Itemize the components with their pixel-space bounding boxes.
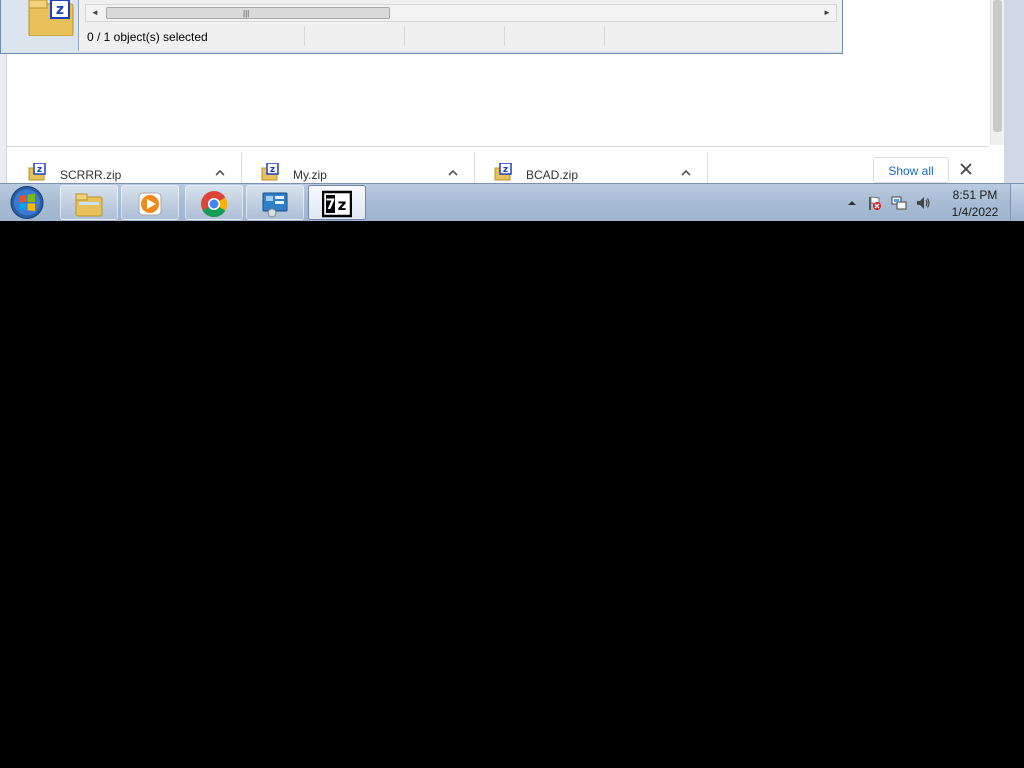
taskbar: 7 z 8:51 PM 1/4/2022 xyxy=(0,183,1024,221)
vertical-scrollbar[interactable] xyxy=(990,0,1005,145)
seven-zip-window: z ◄ ||| ► 0 / 1 object(s) selected xyxy=(0,0,843,54)
start-button[interactable] xyxy=(8,185,46,220)
windows-explorer-icon xyxy=(75,193,103,217)
status-bar: 0 / 1 object(s) selected xyxy=(81,26,837,46)
windows-logo-icon xyxy=(10,186,44,219)
selection-status: 0 / 1 object(s) selected xyxy=(87,30,208,44)
clock-date[interactable]: 1/4/2022 xyxy=(944,205,1006,219)
control-panel-icon xyxy=(262,192,288,218)
chevron-up-icon[interactable] xyxy=(679,166,693,180)
taskbar-explorer[interactable] xyxy=(60,185,118,220)
download-item[interactable]: z My.zip xyxy=(243,153,475,184)
taskbar-control-panel[interactable] xyxy=(246,185,304,220)
seven-zip-icon: 7 z xyxy=(322,190,352,218)
media-player-icon xyxy=(138,192,162,216)
zip-folder-icon: z xyxy=(27,0,75,37)
horizontal-scrollbar[interactable]: ◄ ||| ► xyxy=(85,4,837,22)
download-item[interactable]: z BCAD.zip xyxy=(476,153,708,184)
scrollbar-grip-icon: ||| xyxy=(243,9,250,18)
zip-file-icon: z xyxy=(261,163,279,181)
svg-text:z: z xyxy=(37,165,42,175)
status-cell xyxy=(405,26,505,46)
zip-file-icon: z xyxy=(28,163,46,181)
download-shelf: z SCRRR.zip z My.zip z BCAD.zip Show all xyxy=(7,146,988,184)
svg-text:z: z xyxy=(270,165,275,175)
show-all-button[interactable]: Show all xyxy=(873,157,949,183)
taskbar-seven-zip[interactable]: 7 z xyxy=(308,185,366,220)
download-filename: My.zip xyxy=(293,168,327,182)
scroll-right-icon[interactable]: ► xyxy=(820,7,834,19)
show-desktop-button[interactable] xyxy=(1010,184,1024,221)
scroll-left-icon[interactable]: ◄ xyxy=(88,7,102,19)
svg-text:z: z xyxy=(338,196,347,214)
download-filename: SCRRR.zip xyxy=(60,168,122,182)
svg-text:z: z xyxy=(503,165,508,175)
status-cell xyxy=(505,26,605,46)
chevron-up-icon[interactable] xyxy=(446,166,460,180)
close-icon[interactable] xyxy=(959,162,973,176)
scrollbar-thumb[interactable]: ||| xyxy=(106,7,390,19)
status-cell xyxy=(305,26,405,46)
status-cell: 0 / 1 object(s) selected xyxy=(81,26,305,46)
chevron-up-icon[interactable] xyxy=(213,166,227,180)
zip-file-icon: z xyxy=(494,163,512,181)
download-item[interactable]: z SCRRR.zip xyxy=(10,153,242,184)
clock-time[interactable]: 8:51 PM xyxy=(944,188,1006,202)
show-hidden-icons-icon[interactable] xyxy=(844,195,860,211)
action-center-flag-icon[interactable] xyxy=(866,195,882,211)
browser-window: z ◄ ||| ► 0 / 1 object(s) selected z SCR… xyxy=(0,0,1024,184)
svg-text:7: 7 xyxy=(326,197,336,213)
taskbar-chrome[interactable] xyxy=(185,185,243,220)
scrollbar-thumb[interactable] xyxy=(993,0,1002,132)
download-filename: BCAD.zip xyxy=(526,168,579,182)
taskbar-media-player[interactable] xyxy=(121,185,179,220)
window-frame xyxy=(1004,0,1024,183)
volume-icon[interactable] xyxy=(915,195,931,211)
network-icon[interactable] xyxy=(891,195,907,211)
chrome-icon xyxy=(201,191,228,218)
svg-text:z: z xyxy=(56,2,64,18)
